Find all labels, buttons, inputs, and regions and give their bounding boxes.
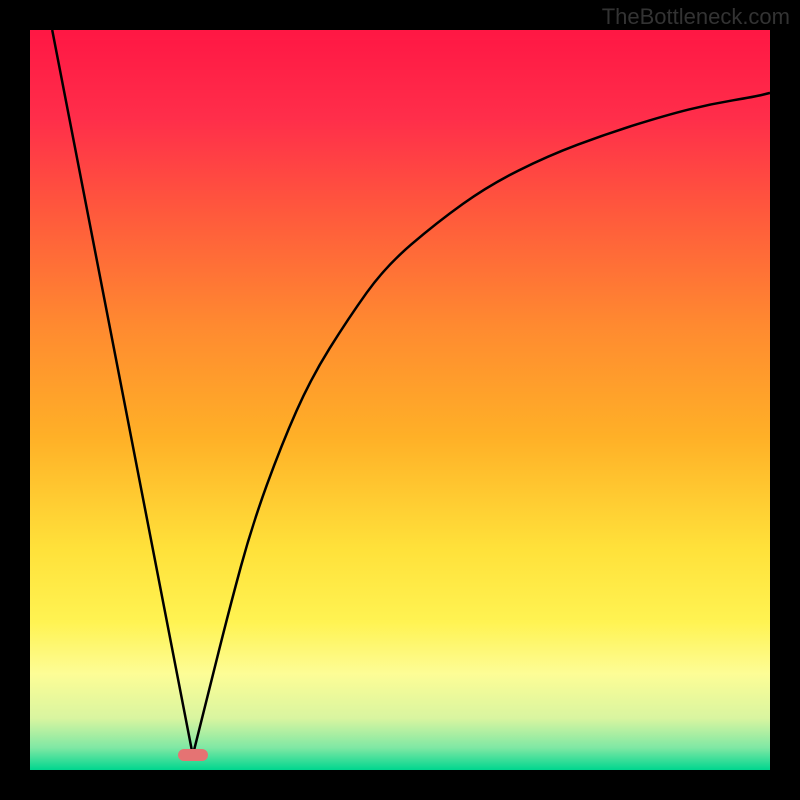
curve-layer <box>30 30 770 770</box>
optimum-marker <box>178 749 208 761</box>
watermark-text: TheBottleneck.com <box>602 4 790 30</box>
bottleneck-curve <box>52 30 770 755</box>
chart-area <box>30 30 770 770</box>
